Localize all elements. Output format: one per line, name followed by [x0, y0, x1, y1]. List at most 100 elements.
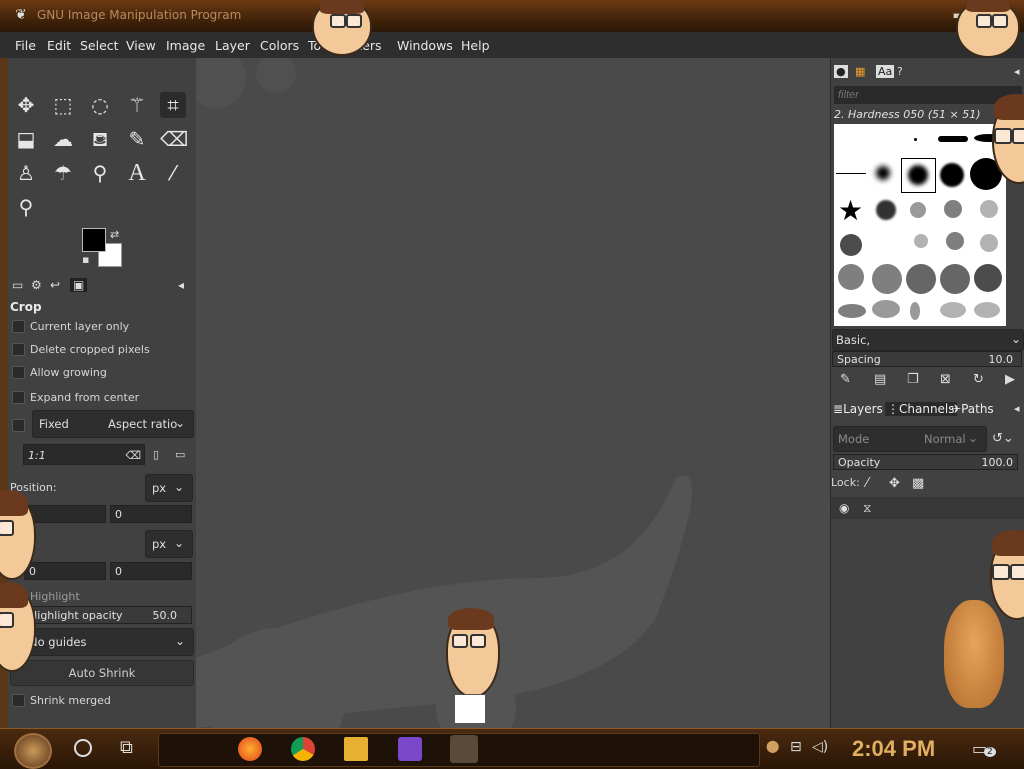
- brush-item[interactable]: [938, 136, 968, 142]
- start-button[interactable]: [14, 733, 52, 769]
- portrait-icon[interactable]: ▯: [153, 448, 159, 461]
- brush-item[interactable]: [914, 138, 917, 141]
- move-tool-icon[interactable]: ✥: [13, 92, 39, 118]
- brush-item[interactable]: [840, 234, 862, 256]
- tab-channels[interactable]: ⋮Channels: [885, 402, 957, 416]
- size-unit-combo[interactable]: px ⌄: [145, 530, 193, 558]
- menu-file[interactable]: File: [15, 38, 36, 53]
- task-view-icon[interactable]: ⧉: [120, 737, 133, 758]
- lasso-tool-icon[interactable]: ◌: [87, 92, 113, 118]
- brush-item[interactable]: [914, 234, 928, 248]
- brush-item[interactable]: [908, 165, 928, 185]
- color-picker-tool-icon[interactable]: ⁄: [160, 160, 186, 186]
- mode-reset-icon[interactable]: ↺⌄: [992, 431, 1014, 446]
- search-icon[interactable]: [74, 739, 92, 757]
- brush-item[interactable]: [980, 200, 998, 218]
- brush-item[interactable]: [940, 163, 964, 187]
- expand-from-center-option[interactable]: Expand from center: [10, 389, 194, 407]
- brush-filter-input[interactable]: [834, 86, 1022, 104]
- brush-item[interactable]: [876, 166, 890, 180]
- checkbox[interactable]: [12, 366, 25, 379]
- undo-history-tab-icon[interactable]: ↩: [50, 278, 60, 292]
- checkbox[interactable]: [12, 320, 25, 333]
- brush-item[interactable]: [980, 234, 998, 252]
- tab-layers[interactable]: ≣Layers: [833, 402, 883, 416]
- brush-item[interactable]: [910, 302, 920, 320]
- lock-alpha-icon[interactable]: ▩: [912, 476, 924, 491]
- text-tool-icon[interactable]: A: [124, 160, 150, 186]
- brush-item[interactable]: [872, 300, 900, 318]
- position-y-field[interactable]: 0: [110, 505, 192, 523]
- brush-item[interactable]: [940, 264, 970, 294]
- highlight-opacity-slider[interactable]: Highlight opacity 50.0: [24, 606, 192, 624]
- menu-layer[interactable]: Layer: [215, 38, 250, 53]
- tab-paths[interactable]: ✈Paths: [951, 402, 994, 416]
- clone-tool-icon[interactable]: ♙: [13, 160, 39, 186]
- paintbrush-tool-icon[interactable]: ✎: [124, 126, 150, 152]
- open-brush-icon[interactable]: ▶: [1005, 372, 1015, 387]
- device-status-tab-icon[interactable]: ⚙: [31, 278, 42, 292]
- tab-menu-icon[interactable]: ◂: [1014, 65, 1020, 78]
- brush-item[interactable]: [944, 200, 962, 218]
- brush-item[interactable]: [974, 302, 1000, 318]
- warp-tool-icon[interactable]: ☁: [50, 126, 76, 152]
- transform-tool-icon[interactable]: ⬓: [13, 126, 39, 152]
- file-explorer-icon[interactable]: [344, 737, 368, 761]
- menu-edit[interactable]: Edit: [47, 38, 71, 53]
- crop-tool-icon[interactable]: ⌗: [160, 92, 186, 118]
- position-unit-combo[interactable]: px ⌄: [145, 474, 193, 502]
- guides-combo[interactable]: No guides ⌄: [24, 628, 194, 656]
- path-tool-icon[interactable]: ⚲: [87, 160, 113, 186]
- brush-item[interactable]: [838, 264, 864, 290]
- brushes-tab-icon[interactable]: ●: [834, 65, 848, 78]
- gimp-taskbar-icon[interactable]: [450, 735, 478, 763]
- checkbox[interactable]: [12, 419, 25, 432]
- fuzzy-select-tool-icon[interactable]: ⚚: [124, 92, 150, 118]
- delete-brush-icon[interactable]: ⊠: [940, 372, 951, 387]
- brush-spacing-slider[interactable]: Spacing 10.0: [832, 351, 1022, 367]
- brush-item[interactable]: [946, 232, 964, 250]
- brush-item[interactable]: [940, 302, 966, 318]
- smudge-tool-icon[interactable]: ☂: [50, 160, 76, 186]
- firefox-icon[interactable]: [238, 737, 262, 761]
- edit-brush-icon[interactable]: ✎: [840, 372, 851, 387]
- menu-image[interactable]: Image: [166, 38, 205, 53]
- tool-options-tab-icon[interactable]: ▭: [12, 278, 23, 292]
- brush-item[interactable]: [906, 264, 936, 294]
- current-layer-only-option[interactable]: Current layer only: [10, 318, 194, 336]
- clear-icon[interactable]: ⌫: [125, 445, 141, 466]
- layer-opacity-slider[interactable]: Opacity 100.0: [833, 454, 1018, 470]
- chain-link-icon[interactable]: ⧖: [863, 501, 871, 516]
- auto-shrink-button[interactable]: Auto Shrink: [10, 660, 194, 686]
- clock[interactable]: 2:04 PM: [852, 736, 935, 762]
- checkbox[interactable]: [12, 343, 25, 356]
- brush-item[interactable]: [838, 304, 866, 318]
- bucket-fill-tool-icon[interactable]: ⛾: [87, 126, 113, 152]
- network-icon[interactable]: ⊟: [790, 739, 802, 755]
- foreground-color-swatch[interactable]: [82, 228, 106, 252]
- images-tab-icon[interactable]: ▣: [70, 278, 88, 292]
- rect-select-tool-icon[interactable]: ⬚: [50, 92, 76, 118]
- brush-item[interactable]: [836, 173, 866, 174]
- landscape-icon[interactable]: ▭: [175, 448, 185, 461]
- volume-icon[interactable]: ◁): [812, 739, 828, 755]
- menu-colors[interactable]: Colors: [260, 38, 299, 53]
- brush-grid[interactable]: ★: [834, 124, 1006, 326]
- highlight-option[interactable]: Highlight: [10, 588, 194, 606]
- brush-item[interactable]: [974, 264, 1002, 292]
- tray-overflow-icon[interactable]: ⬤: [766, 739, 779, 753]
- tab-menu-icon[interactable]: ◂: [1014, 402, 1020, 415]
- patterns-tab-icon[interactable]: ▦: [855, 65, 865, 78]
- new-brush-icon[interactable]: ▤: [874, 372, 886, 387]
- brush-item[interactable]: [872, 264, 902, 294]
- brush-tag-combo[interactable]: Basic, ⌄: [832, 329, 1024, 351]
- size-y-field[interactable]: 0: [110, 562, 192, 580]
- duplicate-brush-icon[interactable]: ❐: [907, 372, 919, 387]
- fonts-tab-icon[interactable]: Aa: [876, 65, 895, 78]
- checkbox[interactable]: [12, 391, 25, 404]
- zoom-tool-icon[interactable]: ⚲: [13, 194, 39, 220]
- star-brush-icon[interactable]: ★: [838, 194, 863, 227]
- layer-mode-combo[interactable]: Mode Normal ⌄: [833, 426, 987, 452]
- menu-windows[interactable]: Windows: [397, 38, 453, 53]
- shrink-merged-option[interactable]: Shrink merged: [10, 692, 194, 710]
